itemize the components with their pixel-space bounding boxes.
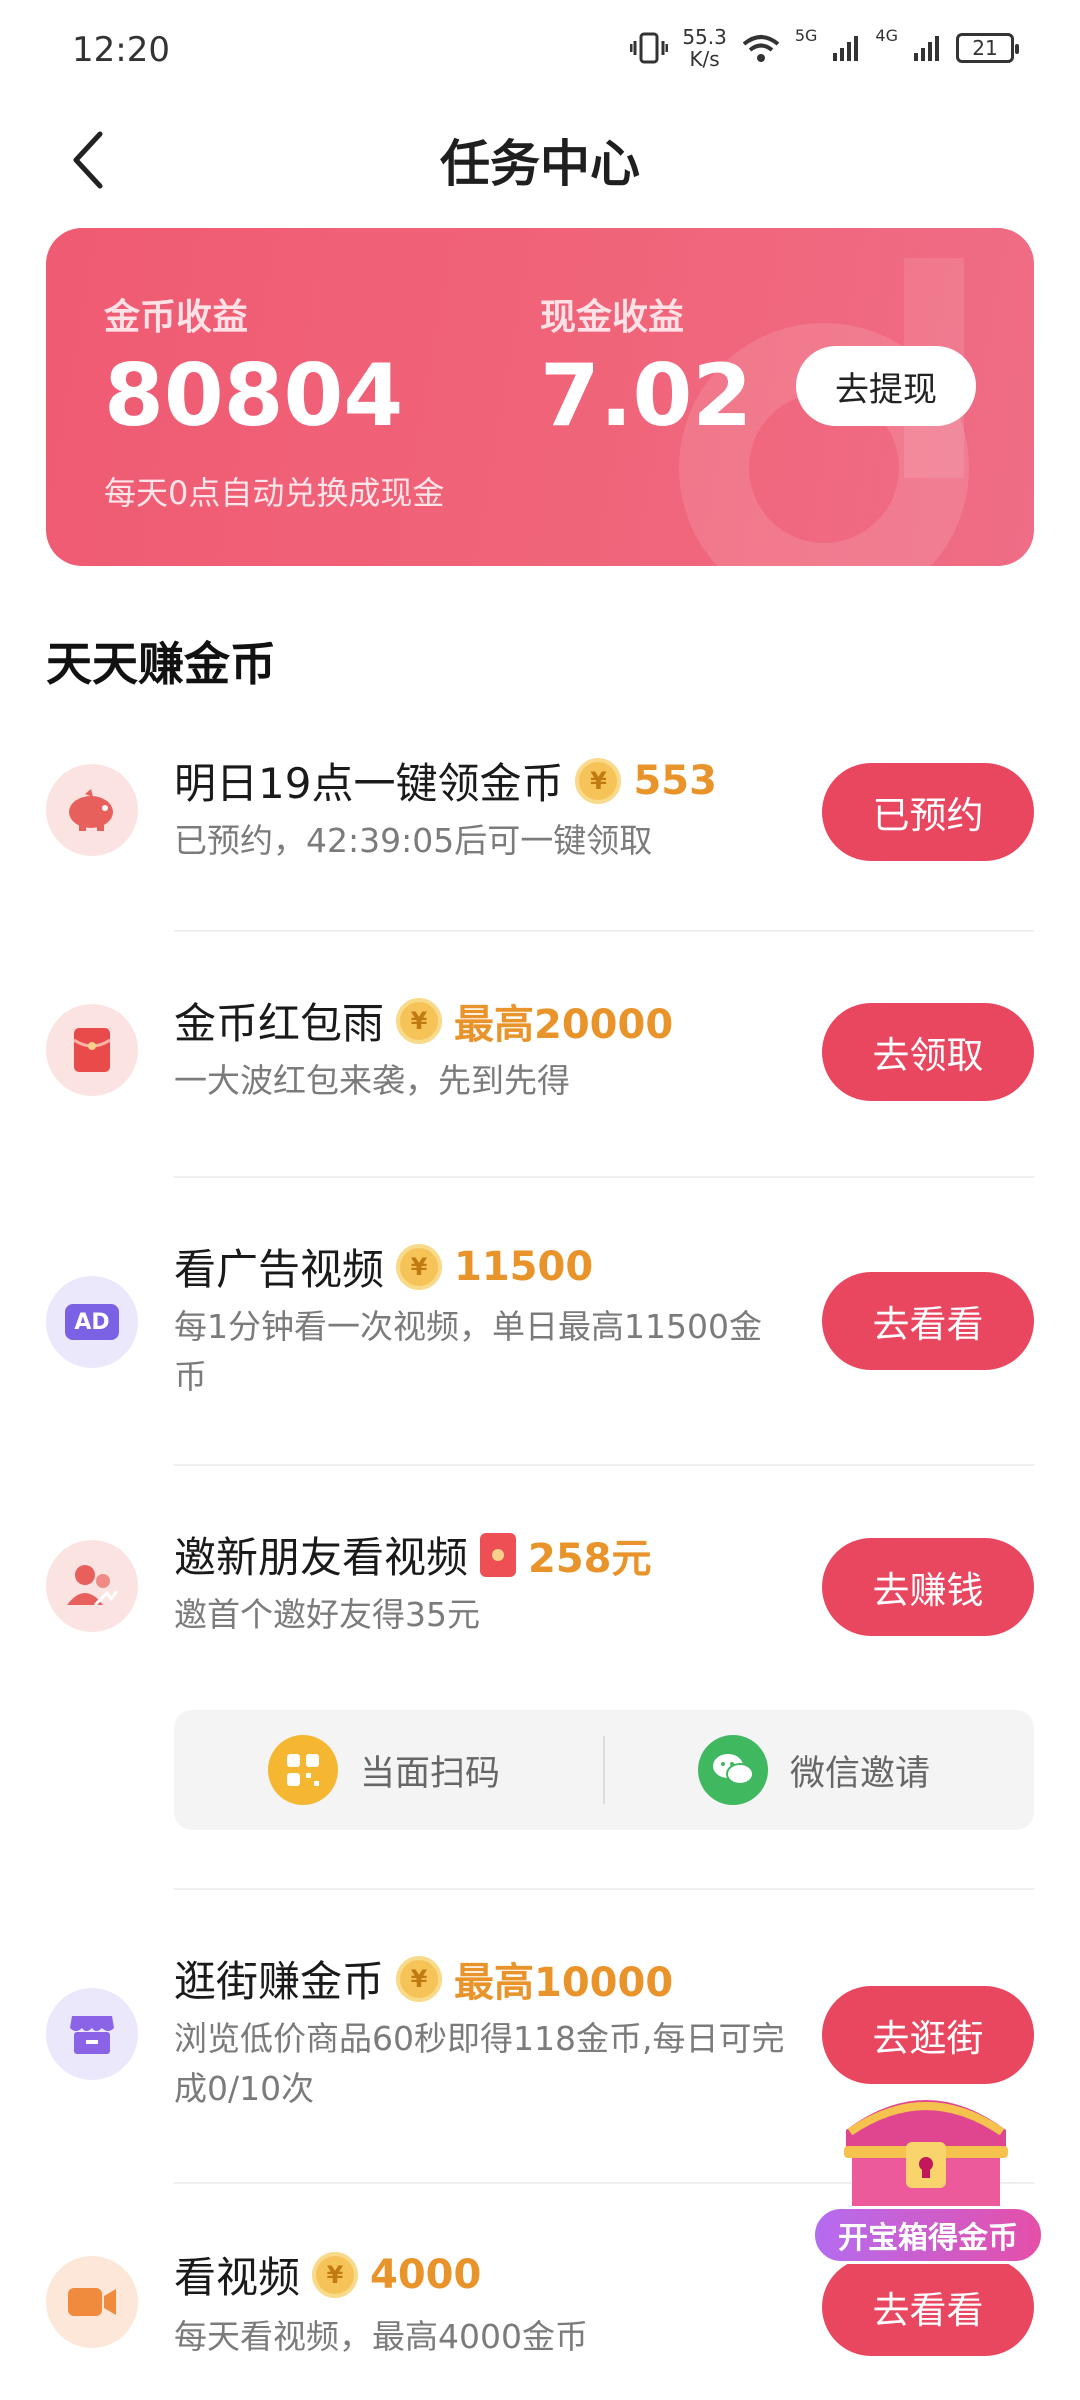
invite-options: 当面扫码 微信邀请 (174, 1710, 1034, 1830)
red-envelope-icon (46, 1004, 138, 1096)
task-title: 看广告视频 ¥ 11500 (174, 1236, 593, 1297)
divider (174, 1888, 1034, 1890)
ad-icon: AD (46, 1276, 138, 1368)
withdraw-button[interactable]: 去提现 (796, 346, 976, 426)
red-envelope-icon (480, 1532, 517, 1577)
task-title-text: 金币红包雨 (174, 999, 385, 1048)
wechat-invite-option[interactable]: 微信邀请 (698, 1710, 930, 1830)
task-title: 明日19点一键领金币 ¥ 553 (174, 750, 717, 811)
status-icons: 55.3 K/s 5G 4G 21 (630, 26, 1019, 70)
task-title: 金币红包雨 ¥ 最高20000 (174, 990, 673, 1051)
coin-icon: ¥ (396, 997, 443, 1044)
wifi-icon (742, 35, 780, 62)
vibrate-icon (630, 32, 669, 64)
treasure-chest-button[interactable]: 开宝箱得金币 (810, 2080, 1050, 2310)
task-title-text: 看视频 (174, 2253, 301, 2302)
coin-earnings-label: 金币收益 (104, 297, 249, 338)
coin-icon: ¥ (396, 1243, 443, 1290)
invite-friends-icon (46, 1540, 138, 1632)
cash-earnings: 现金收益 7.02 (540, 288, 752, 446)
page-title: 任务中心 (440, 135, 640, 193)
cash-earnings-value: 7.02 (540, 346, 753, 446)
scan-qr-option[interactable]: 当面扫码 (268, 1710, 500, 1830)
reserved-button[interactable]: 已预约 (822, 763, 1034, 861)
task-title-text: 明日19点一键领金币 (174, 759, 564, 808)
signal-4g-label: 4G (875, 26, 898, 45)
shop-icon (46, 1988, 138, 2080)
invite-separator (603, 1736, 605, 1804)
net-speed-value: 55.3 (682, 25, 727, 49)
task-desc: 已预约，42:39:05后可一键领取 (174, 821, 653, 860)
task-title-text: 看广告视频 (174, 1245, 385, 1294)
task-title-text: 邀新朋友看视频 (174, 1533, 469, 1582)
battery-level: 21 (972, 36, 998, 60)
earnings-card: 金币收益 80804 现金收益 7.02 每天0点自动兑换成现金 去提现 (46, 228, 1034, 566)
go-shopping-button[interactable]: 去逛街 (822, 1986, 1034, 2084)
coin-earnings: 金币收益 80804 (104, 288, 403, 446)
task-desc: 一大波红包来袭，先到先得 (174, 1061, 570, 1100)
signal-5g-label: 5G (794, 26, 818, 45)
task-reward: 最高20000 (454, 1001, 674, 1048)
task-desc: 每天看视频，最高4000金币 (174, 2317, 588, 2356)
task-title: 看视频 ¥ 4000 (174, 2244, 481, 2305)
coin-icon: ¥ (396, 1955, 443, 2002)
status-bar: 12:20 55.3 K/s 5G 4G 21 (0, 0, 1080, 100)
wechat-icon (698, 1735, 768, 1805)
divider (174, 1176, 1034, 1178)
earnings-note: 每天0点自动兑换成现金 (104, 474, 445, 512)
task-reward: 258元 (528, 1535, 652, 1582)
section-title: 天天赚金币 (46, 637, 276, 691)
piggy-bank-icon (46, 764, 138, 856)
divider (174, 1464, 1034, 1466)
task-desc: 浏览低价商品60秒即得118金币,每日可完成0/10次 (174, 2019, 785, 2108)
treasure-chest-label: 开宝箱得金币 (812, 2206, 1044, 2264)
battery-icon: 21 (956, 33, 1019, 63)
coin-earnings-value: 80804 (104, 346, 404, 446)
task-title-text: 逛街赚金币 (174, 1957, 385, 2006)
scan-qr-label: 当面扫码 (360, 1753, 501, 1794)
task-reward: 11500 (454, 1243, 594, 1290)
task-desc: 每1分钟看一次视频，单日最高11500金币 (174, 1307, 762, 1396)
divider (174, 930, 1034, 932)
task-title: 逛街赚金币 ¥ 最高10000 (174, 1948, 673, 2009)
net-speed-unit: K/s (689, 47, 720, 71)
qr-code-icon (268, 1735, 338, 1805)
cash-earnings-label: 现金收益 (540, 297, 685, 338)
task-reward: 最高10000 (454, 1959, 674, 2006)
header: 任务中心 (0, 110, 1080, 210)
watch-ad-button[interactable]: 去看看 (822, 1272, 1034, 1370)
task-title: 邀新朋友看视频 258元 (174, 1524, 652, 1585)
coin-icon: ¥ (312, 2251, 359, 2298)
net-speed: 55.3 K/s (682, 26, 727, 70)
signal-icon (833, 36, 859, 61)
wechat-invite-label: 微信邀请 (790, 1753, 931, 1794)
claim-button[interactable]: 去领取 (822, 1003, 1034, 1101)
task-reward: 4000 (370, 2251, 482, 2298)
earn-money-button[interactable]: 去赚钱 (822, 1538, 1034, 1636)
status-time: 12:20 (72, 30, 170, 70)
task-reward: 553 (633, 757, 717, 804)
ad-icon-label: AD (65, 1304, 119, 1340)
signal-icon (914, 36, 939, 61)
coin-icon: ¥ (575, 757, 622, 804)
task-desc: 邀首个邀好友得35元 (174, 1595, 480, 1634)
video-camera-icon (46, 2256, 138, 2348)
